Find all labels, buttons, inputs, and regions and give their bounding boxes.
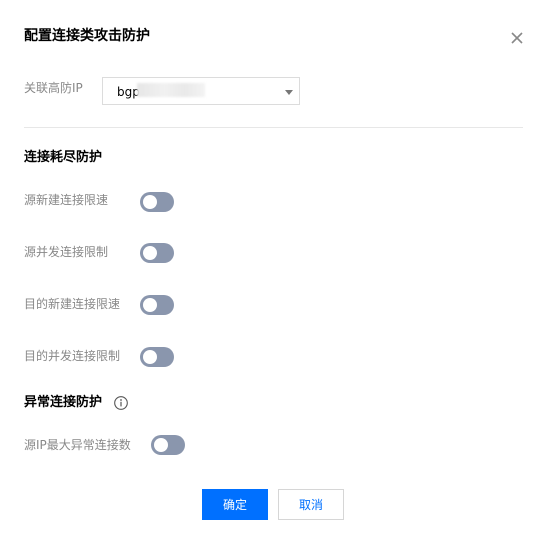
info-icon[interactable] xyxy=(113,395,129,411)
cancel-button[interactable]: 取消 xyxy=(278,489,344,520)
close-icon[interactable] xyxy=(506,27,528,49)
dialog-title: 配置连接类攻击防护 xyxy=(24,28,150,44)
toggle-dst-concurrent-conn[interactable] xyxy=(140,347,174,367)
item-label-src-concurrent-conn: 源并发连接限制 xyxy=(24,245,109,259)
toggle-knob xyxy=(143,246,157,260)
confirm-button[interactable]: 确定 xyxy=(202,489,268,520)
toggle-knob xyxy=(143,350,157,364)
section-title-exhaustion: 连接耗尽防护 xyxy=(24,150,103,165)
toggle-src-ip-abnormal-conn[interactable] xyxy=(151,435,185,455)
item-label-src-new-conn-rate: 源新建连接限速 xyxy=(24,193,109,207)
attack-protection-dialog: 配置连接类攻击防护 关联高防IP bgp 连接耗尽防护 源新建连接限速 源并发连… xyxy=(0,0,547,544)
toggle-knob xyxy=(143,298,157,312)
toggle-src-new-conn-rate[interactable] xyxy=(140,192,174,212)
item-label-dst-new-conn-rate: 目的新建连接限速 xyxy=(24,297,121,311)
item-label-dst-concurrent-conn: 目的并发连接限制 xyxy=(24,349,121,363)
toggle-src-concurrent-conn[interactable] xyxy=(140,243,174,263)
toggle-knob xyxy=(143,195,157,209)
ip-field-label: 关联高防IP xyxy=(24,81,83,95)
toggle-dst-new-conn-rate[interactable] xyxy=(140,295,174,315)
redacted-ip-blur xyxy=(137,83,205,97)
toggle-knob xyxy=(154,438,168,452)
caret-down-icon[interactable] xyxy=(285,90,293,95)
item-label-src-ip-abnormal-conn: 源IP最大异常连接数 xyxy=(24,438,131,452)
section-title-abnormal: 异常连接防护 xyxy=(24,395,103,410)
section-divider xyxy=(24,127,523,128)
